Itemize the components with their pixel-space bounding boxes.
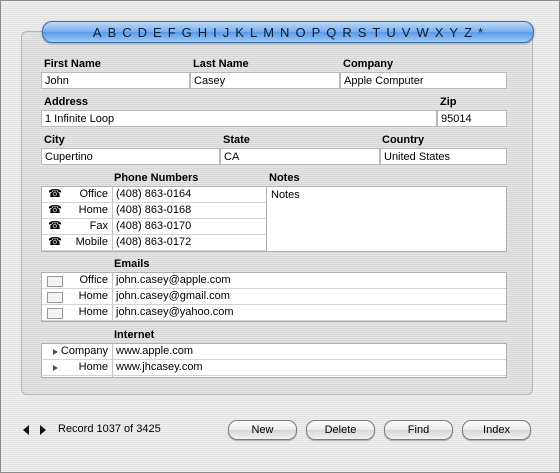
phone-value[interactable]: (408) 863-0172	[113, 235, 191, 250]
alphabet-letter-p[interactable]: P	[312, 25, 321, 40]
delete-button[interactable]: Delete	[306, 420, 375, 440]
last-name-label: Last Name	[193, 58, 249, 70]
alphabet-letter-y[interactable]: Y	[449, 25, 458, 40]
alphabet-letter-g[interactable]: G	[182, 25, 192, 40]
email-row[interactable]: Home john.casey@gmail.com	[42, 289, 506, 305]
address-field[interactable]: 1 Infinite Loop	[41, 110, 437, 127]
email-type-label[interactable]: Office	[42, 273, 112, 288]
alphabet-letter-o[interactable]: O	[295, 25, 305, 40]
alphabet-letter-z[interactable]: Z	[464, 25, 472, 40]
state-label: State	[223, 134, 250, 146]
address-label: Address	[44, 96, 89, 108]
notes-label: Notes	[269, 172, 300, 184]
alphabet-letter-u[interactable]: U	[386, 25, 395, 40]
first-name-field[interactable]: John	[41, 72, 190, 89]
alphabet-letter-j[interactable]: J	[223, 25, 230, 40]
notes-field[interactable]: Notes	[266, 186, 507, 252]
find-button[interactable]: Find	[384, 420, 453, 440]
alphabet-letter-s[interactable]: S	[358, 25, 367, 40]
address-book-window: A B C D E F G H I J K L M N O P Q R S T U V W X Y Z * First Name L…	[0, 0, 560, 473]
emails-label: Emails	[114, 258, 150, 270]
alphabet-letter-e[interactable]: E	[153, 25, 162, 40]
zip-label: Zip	[440, 96, 457, 108]
alphabet-index-bar: A B C D E F G H I J K L M N O P Q R S T U V W X Y Z *	[42, 21, 534, 43]
zip-field[interactable]: 95014	[437, 110, 507, 127]
alphabet-letter-w[interactable]: W	[416, 25, 428, 40]
company-label: Company	[343, 58, 394, 70]
alphabet-letter-a[interactable]: A	[93, 25, 102, 40]
phone-type-label[interactable]: Home	[42, 203, 112, 218]
alphabet-letter-r[interactable]: R	[342, 25, 351, 40]
url-value[interactable]: www.jhcasey.com	[113, 360, 203, 375]
phone-numbers-label: Phone Numbers	[114, 172, 199, 184]
previous-record-arrow-icon[interactable]	[23, 425, 29, 435]
index-button[interactable]: Index	[462, 420, 531, 440]
url-type-label[interactable]: Company	[42, 344, 112, 359]
phone-value[interactable]: (408) 863-0164	[113, 187, 191, 202]
alphabet-letter-n[interactable]: N	[280, 25, 289, 40]
email-value[interactable]: john.casey@gmail.com	[113, 289, 230, 304]
email-row[interactable]: Office john.casey@apple.com	[42, 273, 506, 289]
record-status: Record 1037 of 3425	[58, 423, 161, 435]
alphabet-letter-l[interactable]: L	[250, 25, 257, 40]
alphabet-letter-q[interactable]: Q	[326, 25, 336, 40]
url-value[interactable]: www.apple.com	[113, 344, 193, 359]
alphabet-letter-b[interactable]: B	[108, 25, 117, 40]
new-button[interactable]: New	[228, 420, 297, 440]
state-field[interactable]: CA	[220, 148, 380, 165]
url-row[interactable]: Company www.apple.com	[42, 344, 506, 360]
country-field[interactable]: United States	[380, 148, 507, 165]
phone-value[interactable]: (408) 863-0170	[113, 219, 191, 234]
email-value[interactable]: john.casey@apple.com	[113, 273, 231, 288]
email-type-label[interactable]: Home	[42, 289, 112, 304]
alphabet-letter-t[interactable]: T	[372, 25, 380, 40]
phone-type-label[interactable]: Office	[42, 187, 112, 202]
phone-row[interactable]: ☎ Home (408) 863-0168	[42, 203, 266, 219]
country-label: Country	[382, 134, 425, 146]
city-label: City	[44, 134, 65, 146]
alphabet-letter-f[interactable]: F	[168, 25, 176, 40]
internet-list: Company www.apple.com Home www.jhcasey.com	[41, 343, 507, 378]
alphabet-letter-x[interactable]: X	[435, 25, 444, 40]
company-field[interactable]: Apple Computer	[340, 72, 507, 89]
phone-type-label[interactable]: Fax	[42, 219, 112, 234]
alphabet-letter-m[interactable]: M	[263, 25, 274, 40]
alphabet-letter-k[interactable]: K	[235, 25, 244, 40]
email-row[interactable]: Home john.casey@yahoo.com	[42, 305, 506, 321]
alphabet-letter-all[interactable]: *	[478, 25, 483, 40]
internet-label: Internet	[114, 329, 155, 341]
alphabet-letter-h[interactable]: H	[198, 25, 207, 40]
email-value[interactable]: john.casey@yahoo.com	[113, 305, 234, 320]
city-field[interactable]: Cupertino	[41, 148, 220, 165]
phone-numbers-list: ☎ Office (408) 863-0164 ☎ Home (408) 863-0168…	[41, 186, 267, 252]
next-record-arrow-icon[interactable]	[40, 425, 46, 435]
notes-text: Notes	[271, 189, 300, 201]
first-name-label: First Name	[44, 58, 101, 70]
url-row[interactable]: Home www.jhcasey.com	[42, 360, 506, 376]
alphabet-letter-v[interactable]: V	[402, 25, 411, 40]
alphabet-letter-d[interactable]: D	[138, 25, 147, 40]
last-name-field[interactable]: Casey	[190, 72, 340, 89]
email-type-label[interactable]: Home	[42, 305, 112, 320]
alphabet-letter-c[interactable]: C	[122, 25, 131, 40]
url-type-label[interactable]: Home	[42, 360, 112, 375]
emails-list: Office john.casey@apple.com Home john.casey…	[41, 272, 507, 322]
phone-type-label[interactable]: Mobile	[42, 235, 112, 250]
phone-value[interactable]: (408) 863-0168	[113, 203, 191, 218]
phone-row[interactable]: ☎ Mobile (408) 863-0172	[42, 235, 266, 251]
phone-row[interactable]: ☎ Fax (408) 863-0170	[42, 219, 266, 235]
alphabet-letter-i[interactable]: I	[213, 25, 217, 40]
phone-row[interactable]: ☎ Office (408) 863-0164	[42, 187, 266, 203]
